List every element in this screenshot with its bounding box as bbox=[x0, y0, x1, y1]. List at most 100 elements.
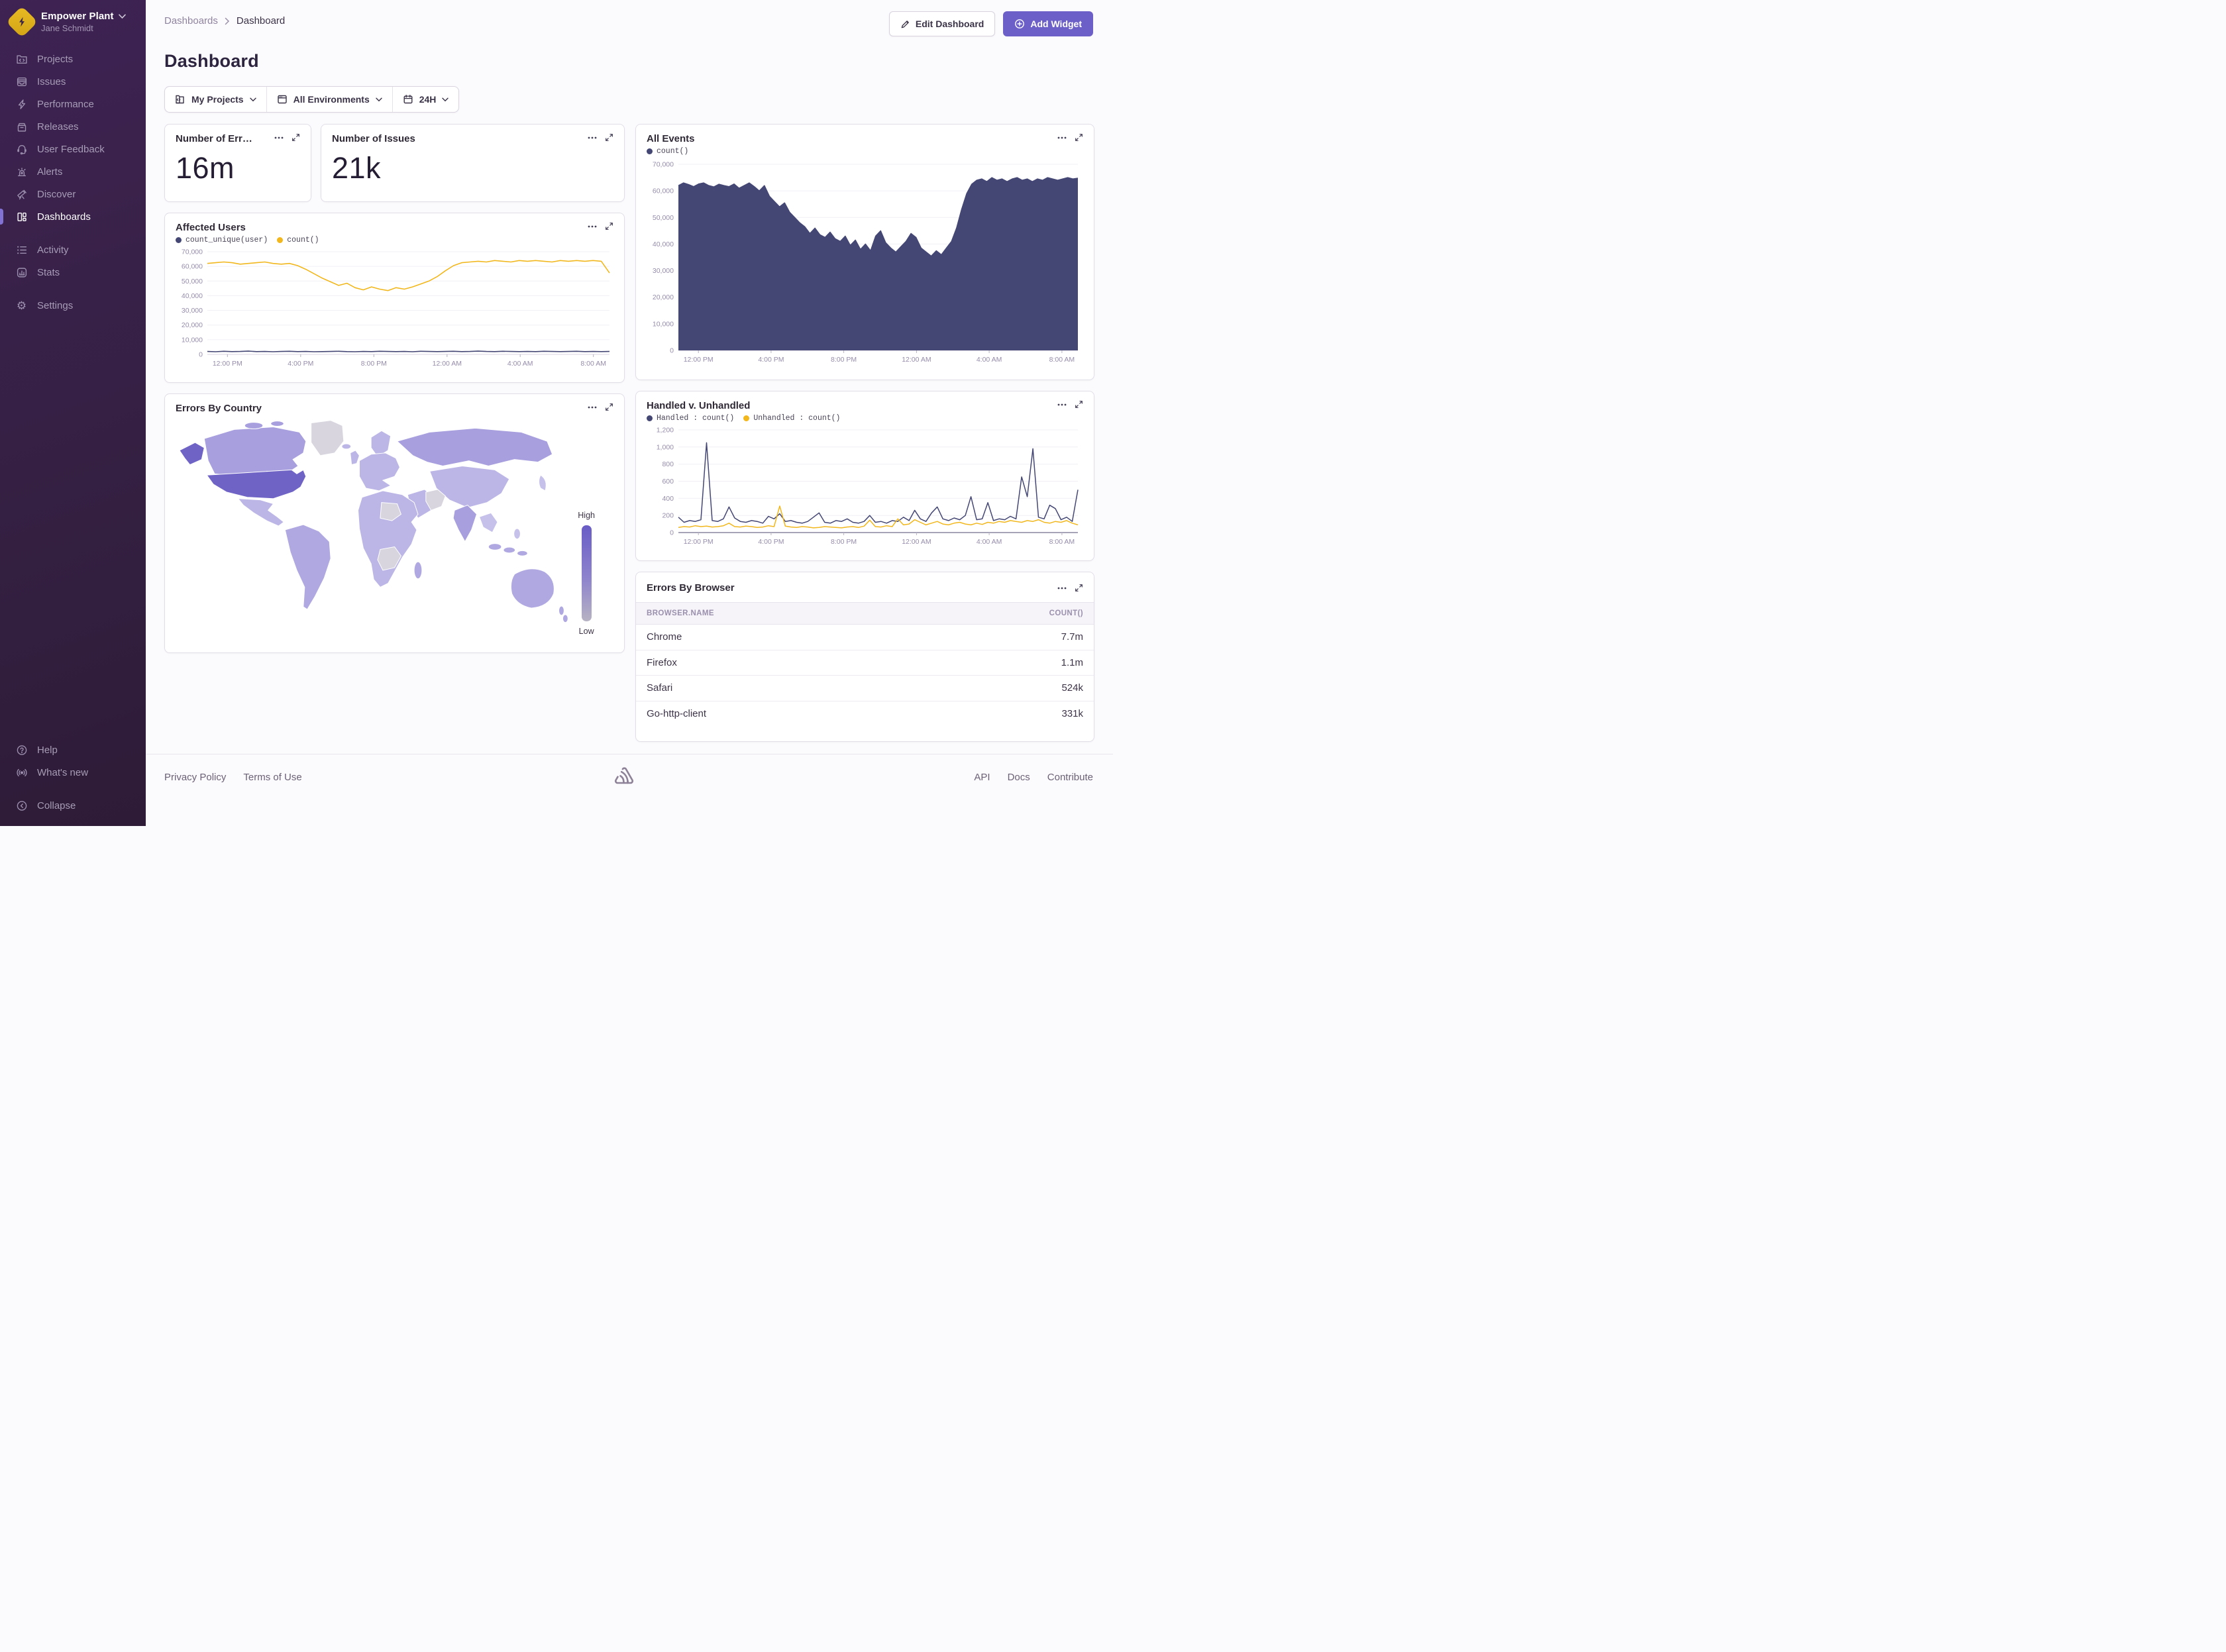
widget-affected-users: Affected Users count_unique(user) count(… bbox=[164, 213, 625, 383]
svg-text:0: 0 bbox=[670, 347, 674, 355]
widget-expand-button[interactable] bbox=[292, 133, 300, 142]
map-legend-high: High bbox=[578, 511, 595, 520]
sidebar-item-user-feedback[interactable]: User Feedback bbox=[0, 138, 146, 160]
widget-menu-button[interactable] bbox=[588, 225, 597, 228]
breadcrumb-chevron-icon bbox=[225, 17, 230, 25]
svg-text:4:00 PM: 4:00 PM bbox=[758, 356, 784, 364]
widget-menu-button[interactable] bbox=[1057, 403, 1067, 406]
map-region-south-america bbox=[285, 525, 331, 609]
widget-title: Affected Users bbox=[176, 222, 246, 233]
map-region-australia bbox=[511, 569, 554, 608]
map-region-scandinavia bbox=[371, 431, 391, 456]
table-row[interactable]: Safari 524k bbox=[636, 676, 1094, 701]
legend-dot bbox=[647, 148, 653, 154]
svg-text:12:00 PM: 12:00 PM bbox=[213, 360, 242, 368]
table-header-row: BROWSER.NAME COUNT() bbox=[636, 602, 1094, 625]
time-range-filter[interactable]: 24H bbox=[393, 94, 459, 105]
table-row[interactable]: Firefox 1.1m bbox=[636, 650, 1094, 676]
widget-menu-button[interactable] bbox=[588, 406, 597, 409]
page-title: Dashboard bbox=[164, 51, 1093, 72]
svg-text:4:00 AM: 4:00 AM bbox=[507, 360, 533, 368]
svg-text:30,000: 30,000 bbox=[653, 267, 674, 275]
project-filter[interactable]: My Projects bbox=[165, 94, 266, 105]
affected-users-chart: 70,00060,00050,00040,00030,00020,00010,0… bbox=[176, 247, 615, 368]
svg-text:70,000: 70,000 bbox=[653, 161, 674, 169]
pencil-icon bbox=[900, 19, 910, 29]
breadcrumb: Dashboards Dashboard bbox=[164, 11, 285, 26]
sidebar-item-releases[interactable]: Releases bbox=[0, 115, 146, 138]
svg-text:8:00 PM: 8:00 PM bbox=[361, 360, 387, 368]
svg-text:12:00 PM: 12:00 PM bbox=[684, 538, 714, 546]
alerts-icon bbox=[15, 166, 28, 178]
sidebar-item-help[interactable]: Help bbox=[0, 739, 146, 761]
breadcrumb-dashboards-link[interactable]: Dashboards bbox=[164, 15, 218, 26]
column-browser-name[interactable]: BROWSER.NAME bbox=[647, 609, 714, 617]
widget-value: 21k bbox=[332, 151, 613, 185]
sidebar-item-dashboards[interactable]: Dashboards bbox=[0, 205, 146, 228]
map-region-japan bbox=[539, 475, 547, 491]
sidebar-item-stats[interactable]: Stats bbox=[0, 261, 146, 284]
chart-legend: count_unique(user) count() bbox=[176, 236, 613, 244]
widget-menu-button[interactable] bbox=[1057, 136, 1067, 139]
terms-of-use-link[interactable]: Terms of Use bbox=[243, 772, 301, 783]
widget-value: 16m bbox=[176, 151, 300, 185]
widget-expand-button[interactable] bbox=[1075, 133, 1083, 142]
svg-text:8:00 AM: 8:00 AM bbox=[1049, 538, 1075, 546]
table-row[interactable]: Chrome 7.7m bbox=[636, 625, 1094, 650]
org-switcher[interactable]: Empower Plant Jane Schmidt bbox=[0, 0, 146, 48]
svg-text:400: 400 bbox=[662, 495, 674, 503]
widget-expand-button[interactable] bbox=[605, 222, 613, 231]
sidebar-item-projects[interactable]: Projects bbox=[0, 48, 146, 70]
sidebar-item-settings[interactable]: ⚙ Settings bbox=[0, 294, 146, 317]
issues-icon bbox=[15, 76, 28, 87]
svg-text:12:00 AM: 12:00 AM bbox=[902, 538, 931, 546]
sidebar-item-collapse[interactable]: Collapse bbox=[0, 794, 146, 817]
legend-dot bbox=[743, 415, 749, 421]
svg-text:0: 0 bbox=[670, 529, 674, 537]
edit-dashboard-button[interactable]: Edit Dashboard bbox=[889, 11, 995, 36]
chevron-down-icon bbox=[442, 97, 449, 102]
sidebar-item-activity[interactable]: Activity bbox=[0, 238, 146, 261]
chart-legend: Handled : count() Unhandled : count() bbox=[647, 414, 1083, 423]
docs-link[interactable]: Docs bbox=[1008, 772, 1030, 783]
sidebar-item-discover[interactable]: Discover bbox=[0, 183, 146, 205]
all-events-chart: 70,00060,00050,00040,00030,00020,00010,0… bbox=[647, 160, 1083, 364]
svg-text:12:00 PM: 12:00 PM bbox=[684, 356, 714, 364]
map-region-alaska bbox=[180, 442, 204, 464]
contribute-link[interactable]: Contribute bbox=[1047, 772, 1093, 783]
page-footer: Privacy Policy Terms of Use API Docs Con… bbox=[146, 754, 1113, 783]
projects-icon bbox=[15, 54, 28, 65]
api-link[interactable]: API bbox=[974, 772, 990, 783]
svg-text:40,000: 40,000 bbox=[653, 240, 674, 248]
environment-filter[interactable]: All Environments bbox=[267, 94, 392, 105]
map-legend-low: Low bbox=[579, 627, 594, 636]
chevron-down-icon bbox=[376, 97, 382, 102]
widget-expand-button[interactable] bbox=[605, 133, 613, 142]
widget-menu-button[interactable] bbox=[1057, 587, 1067, 590]
widget-expand-button[interactable] bbox=[605, 403, 613, 411]
topbar: Dashboards Dashboard Edit Dashboard Add … bbox=[164, 0, 1093, 36]
widget-title: Errors By Country bbox=[176, 403, 262, 414]
widget-expand-button[interactable] bbox=[1075, 400, 1083, 409]
widget-menu-button[interactable] bbox=[274, 136, 284, 139]
privacy-policy-link[interactable]: Privacy Policy bbox=[164, 772, 226, 783]
settings-gear-icon: ⚙ bbox=[15, 300, 28, 311]
widget-title: Number of Issues bbox=[332, 133, 415, 144]
activity-icon bbox=[15, 244, 28, 256]
column-count[interactable]: COUNT() bbox=[1049, 609, 1083, 617]
svg-text:8:00 AM: 8:00 AM bbox=[580, 360, 606, 368]
svg-text:12:00 AM: 12:00 AM bbox=[902, 356, 931, 364]
widget-title: Handled v. Unhandled bbox=[647, 400, 750, 411]
widget-expand-button[interactable] bbox=[1075, 584, 1083, 592]
widget-grid: Number of Err… 16m Number of Issues bbox=[164, 124, 1093, 742]
widget-menu-button[interactable] bbox=[588, 136, 597, 139]
project-folder-icon bbox=[175, 94, 186, 105]
sidebar-item-alerts[interactable]: Alerts bbox=[0, 160, 146, 183]
widget-handled-v-unhandled: Handled v. Unhandled Handled : count() U… bbox=[635, 391, 1094, 561]
sidebar-item-performance[interactable]: Performance bbox=[0, 93, 146, 115]
sidebar-item-issues[interactable]: Issues bbox=[0, 70, 146, 93]
table-row[interactable]: Go-http-client 331k bbox=[636, 701, 1094, 727]
handled-v-unhandled-chart: 1,2001,000800600400200012:00 PM4:00 PM8:… bbox=[647, 425, 1083, 546]
sidebar-item-whats-new[interactable]: What's new bbox=[0, 761, 146, 784]
add-widget-button[interactable]: Add Widget bbox=[1003, 11, 1093, 36]
